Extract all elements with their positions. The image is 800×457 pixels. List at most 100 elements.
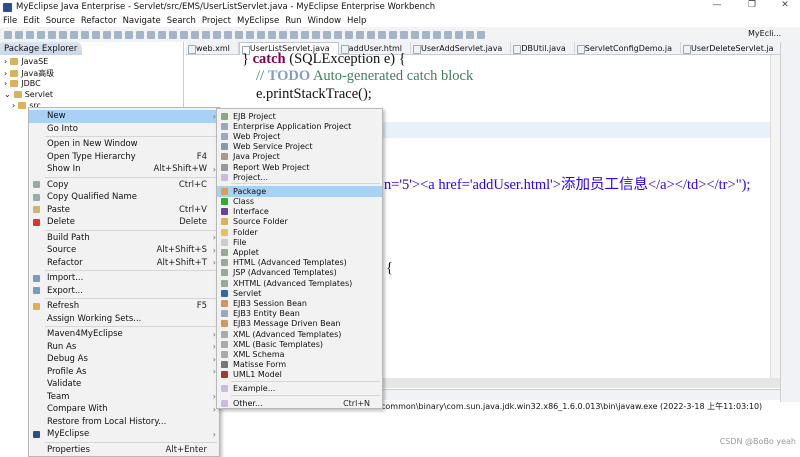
toolbar-button-icon[interactable] — [224, 30, 232, 39]
toolbar-button-icon[interactable] — [147, 30, 155, 39]
toolbar-button-icon[interactable] — [334, 30, 342, 39]
menu-search[interactable]: Search — [167, 16, 196, 26]
menu-item-uml1-model[interactable]: UML1 Model — [217, 370, 382, 380]
toolbar-button-icon[interactable] — [4, 30, 12, 39]
toolbar-button-icon[interactable] — [169, 30, 177, 39]
toolbar-button-icon[interactable] — [400, 30, 408, 39]
menu-item-validate[interactable]: Validate — [29, 378, 219, 391]
menu-item-matisse-form[interactable]: Matisse Form — [217, 360, 382, 370]
toolbar-button-icon[interactable] — [411, 30, 419, 39]
menu-item-file[interactable]: File — [217, 237, 382, 247]
menu-item-team[interactable]: Team › — [29, 391, 219, 404]
menu-item-source[interactable]: Source Alt+Shift+S › — [29, 244, 219, 257]
chevron-right-icon[interactable]: › — [4, 79, 7, 88]
chevron-down-icon[interactable]: ⌄ — [4, 90, 11, 99]
toolbar-button-icon[interactable] — [323, 30, 331, 39]
toolbar-button-icon[interactable] — [180, 30, 188, 39]
tab-web-xml[interactable]: web.xml — [186, 41, 239, 55]
tree-item-javase[interactable]: › JavaSE — [4, 57, 48, 66]
menu-navigate[interactable]: Navigate — [123, 16, 161, 26]
menu-item-export[interactable]: Export... — [29, 285, 219, 298]
menu-item-web-service-project[interactable]: Web Service Project — [217, 142, 382, 152]
menu-item-applet[interactable]: Applet — [217, 247, 382, 257]
menu-item-xml-basic-templates[interactable]: XML (Basic Templates) — [217, 339, 382, 349]
toolbar-button-icon[interactable] — [213, 30, 221, 39]
menu-item-interface[interactable]: Interface — [217, 207, 382, 217]
menu-item-report-web-project[interactable]: Report Web Project — [217, 162, 382, 172]
menu-item-xhtml-advanced-templates[interactable]: XHTML (Advanced Templates) — [217, 278, 382, 288]
chevron-right-icon[interactable]: › — [4, 57, 7, 66]
toolbar-button-icon[interactable] — [301, 30, 309, 39]
tab-userdeleteservlet-ja[interactable]: UserDeleteServlet.ja — [681, 41, 783, 55]
toolbar-button-icon[interactable] — [15, 30, 23, 39]
toolbar-button-icon[interactable] — [290, 30, 298, 39]
tree-item-jdbc[interactable]: › JDBC — [4, 79, 41, 88]
toolbar-button-icon[interactable] — [202, 30, 210, 39]
menu-help[interactable]: Help — [347, 16, 366, 26]
menu-edit[interactable]: Edit — [23, 16, 39, 26]
menu-window[interactable]: Window — [308, 16, 342, 26]
toolbar-button-icon[interactable] — [279, 30, 287, 39]
menu-item-xml-advanced-templates[interactable]: XML (Advanced Templates) — [217, 329, 382, 339]
menu-item-xml-schema[interactable]: XML Schema — [217, 349, 382, 359]
menu-item-jsp-advanced-templates[interactable]: JSP (Advanced Templates) — [217, 268, 382, 278]
tab-dbutil-java[interactable]: DBUtil.java — [511, 41, 575, 55]
menu-item-import[interactable]: Import... — [29, 272, 219, 285]
menu-refactor[interactable]: Refactor — [81, 16, 117, 26]
toolbar-button-icon[interactable] — [433, 30, 441, 39]
toolbar-button-icon[interactable] — [356, 30, 364, 39]
tab-useraddservlet-java[interactable]: UserAddServlet.java — [411, 41, 512, 55]
menu-project[interactable]: Project — [202, 16, 231, 26]
toolbar-button-icon[interactable] — [26, 30, 34, 39]
menu-item-html-advanced-templates[interactable]: HTML (Advanced Templates) — [217, 258, 382, 268]
menu-item-new[interactable]: New › — [29, 110, 219, 123]
package-explorer-tab[interactable]: Package Explorer — [0, 42, 82, 55]
tree-item-servlet[interactable]: ⌄ Servlet — [4, 90, 53, 99]
toolbar-button-icon[interactable] — [268, 30, 276, 39]
menu-item-other[interactable]: Other... Ctrl+N — [217, 398, 382, 408]
toolbar-button-icon[interactable] — [92, 30, 100, 39]
menu-item-source-folder[interactable]: Source Folder — [217, 217, 382, 227]
toolbar-button-icon[interactable] — [125, 30, 133, 39]
menu-item-enterprise-application-project[interactable]: Enterprise Application Project — [217, 121, 382, 131]
menu-item-show-in[interactable]: Show In Alt+Shift+W › — [29, 163, 219, 176]
menu-item-assign-working-sets[interactable]: Assign Working Sets... — [29, 313, 219, 326]
chevron-right-icon[interactable]: › — [4, 69, 7, 78]
menu-item-open-in-new-window[interactable]: Open in New Window — [29, 138, 219, 151]
close-button[interactable]: ✕ — [770, 0, 800, 14]
menu-item-ejb3-entity-bean[interactable]: EJB3 Entity Bean — [217, 309, 382, 319]
menu-item-package[interactable]: Package — [217, 186, 382, 197]
menu-item-go-into[interactable]: Go Into — [29, 123, 219, 136]
toolbar-button-icon[interactable] — [455, 30, 463, 39]
toolbar-button-icon[interactable] — [477, 30, 485, 39]
menu-item-refresh[interactable]: Refresh F5 — [29, 300, 219, 313]
menu-item-maven4myeclipse[interactable]: Maven4MyEclipse › — [29, 328, 219, 341]
menu-run[interactable]: Run — [285, 16, 301, 26]
toolbar-button-icon[interactable] — [345, 30, 353, 39]
toolbar-button-icon[interactable] — [37, 30, 45, 39]
toolbar-button-icon[interactable] — [246, 30, 254, 39]
menu-item-copy-qualified-name[interactable]: Copy Qualified Name — [29, 191, 219, 204]
chevron-right-icon[interactable]: › — [12, 101, 15, 110]
menu-item-ejb3-message-driven-bean[interactable]: EJB3 Message Driven Bean — [217, 319, 382, 329]
menu-item-copy[interactable]: Copy Ctrl+C — [29, 179, 219, 192]
menu-item-folder[interactable]: Folder — [217, 227, 382, 237]
toolbar-button-icon[interactable] — [235, 30, 243, 39]
menu-myeclipse[interactable]: MyEclipse — [237, 16, 279, 26]
menu-item-example[interactable]: Example... — [217, 384, 382, 394]
menu-item-java-project[interactable]: Java Project — [217, 152, 382, 162]
menu-item-build-path[interactable]: Build Path › — [29, 232, 219, 245]
toolbar-button-icon[interactable] — [257, 30, 265, 39]
menu-item-restore-from-local-history[interactable]: Restore from Local History... — [29, 416, 219, 429]
toolbar-button-icon[interactable] — [422, 30, 430, 39]
toolbar-button-icon[interactable] — [367, 30, 375, 39]
menu-item-ejb3-session-bean[interactable]: EJB3 Session Bean — [217, 298, 382, 308]
toolbar-button-icon[interactable] — [389, 30, 397, 39]
minimize-button[interactable]: — — [702, 0, 732, 14]
toolbar-button-icon[interactable] — [466, 30, 474, 39]
menu-item-compare-with[interactable]: Compare With › — [29, 403, 219, 416]
menu-item-class[interactable]: Class — [217, 197, 382, 207]
tree-item-java[interactable]: › Java高级 — [4, 68, 54, 79]
toolbar-button-icon[interactable] — [136, 30, 144, 39]
toolbar-button-icon[interactable] — [378, 30, 386, 39]
